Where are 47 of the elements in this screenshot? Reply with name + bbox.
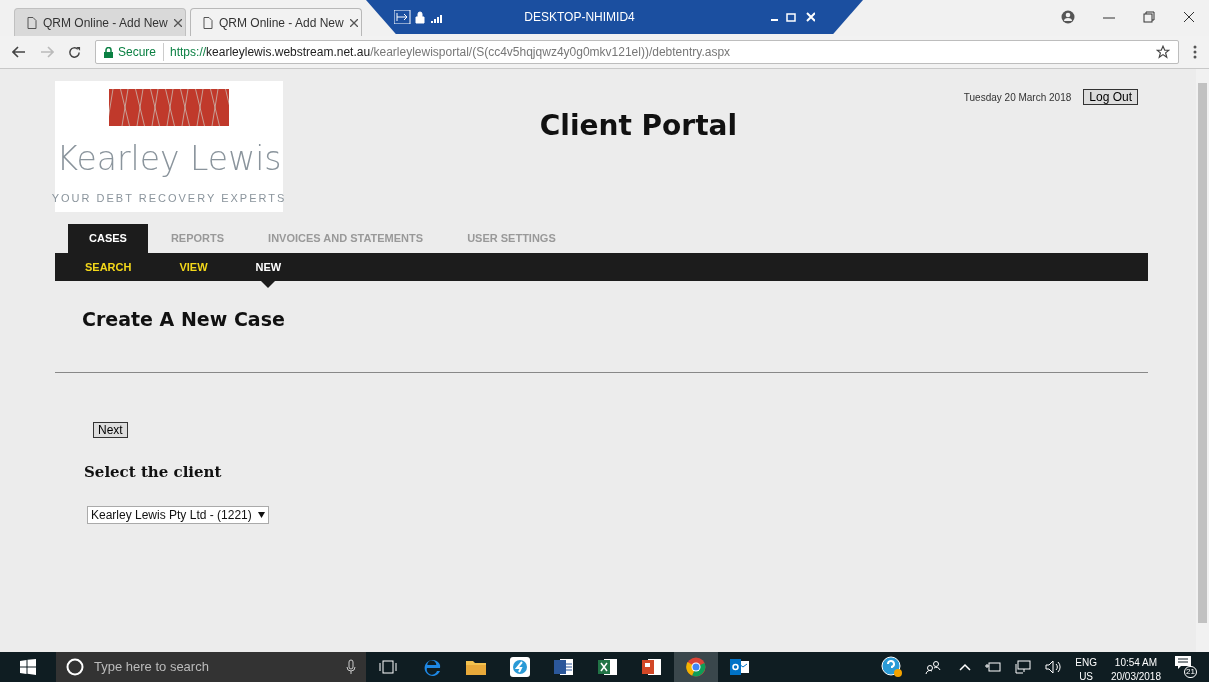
network-icon[interactable]	[1015, 660, 1032, 674]
field-label: Select the client	[84, 461, 223, 483]
people-icon[interactable]	[925, 660, 942, 674]
sub-nav-link[interactable]: SEARCH	[73, 260, 144, 274]
clock[interactable]: 10:54 AM 20/03/2018	[1110, 650, 1161, 682]
page-title: Client Portal	[538, 108, 739, 144]
logout-button[interactable]: Log Out	[1083, 89, 1138, 105]
close-icon[interactable]	[349, 18, 358, 27]
next-button[interactable]: Next	[93, 421, 128, 438]
sub-nav-link[interactable]: VIEW	[167, 260, 220, 274]
cortana-circle-icon	[66, 658, 84, 676]
lock-icon	[104, 46, 113, 58]
back-icon[interactable]	[12, 46, 26, 58]
chrome-browser-icon[interactable]	[674, 652, 718, 682]
document-icon	[27, 16, 37, 29]
scrollbar[interactable]	[1196, 69, 1209, 652]
date-text: Tuesday 20 March 2018	[963, 90, 1072, 105]
chevron-up-icon[interactable]	[959, 663, 972, 671]
battery-icon[interactable]	[985, 661, 1002, 673]
remote-desktop-title: DESKTOP-NHIMID4	[523, 9, 636, 26]
sub-nav-link[interactable]: NEW	[243, 253, 294, 288]
secure-label: Secure	[118, 43, 165, 61]
address-field[interactable]: Secure https://kearleylewis.webstream.net.au/kearleylewisportal/(S(cc4v5hqjqwz4y0g0mkv121el))/debtentry.aspx	[95, 40, 1179, 64]
document-icon	[203, 16, 213, 29]
menu-icon[interactable]	[1193, 45, 1197, 59]
nav-tab[interactable]: CASES	[68, 224, 148, 253]
dropdown-arrow-icon	[257, 512, 265, 518]
section-heading: Create A New Case	[82, 307, 286, 332]
browser-tab[interactable]: QRM Online - Add New	[14, 8, 186, 36]
restore-icon[interactable]	[1143, 11, 1155, 23]
star-icon[interactable]	[1156, 45, 1170, 59]
client-dropdown[interactable]: Kearley Lewis Pty Ltd - (1221)	[87, 506, 269, 524]
reload-icon[interactable]	[68, 45, 81, 59]
close-icon[interactable]	[1183, 11, 1195, 23]
microphone-icon	[346, 659, 356, 675]
speaker-icon[interactable]	[1045, 660, 1062, 674]
taskbar-search-field[interactable]: Type here to search	[56, 652, 366, 682]
language-indicator[interactable]: ENG US	[1075, 650, 1097, 682]
browser-tab[interactable]: QRM Online - Add New	[190, 8, 362, 36]
windows-start-icon[interactable]	[20, 659, 36, 675]
tab-title: QRM Online - Add New	[43, 14, 168, 32]
tab-title: QRM Online - Add New	[219, 14, 344, 32]
window-controls-icon[interactable]	[771, 12, 815, 22]
help-icon[interactable]	[881, 656, 904, 678]
profile-icon[interactable]	[1061, 10, 1075, 24]
url-text: https://kearleylewis.webstream.net.au/kearleylewisportal/(S(cc4v5hqjqwz4y0g0mkv121el))/debtentry.aspx	[170, 44, 732, 61]
close-icon[interactable]	[173, 18, 182, 27]
